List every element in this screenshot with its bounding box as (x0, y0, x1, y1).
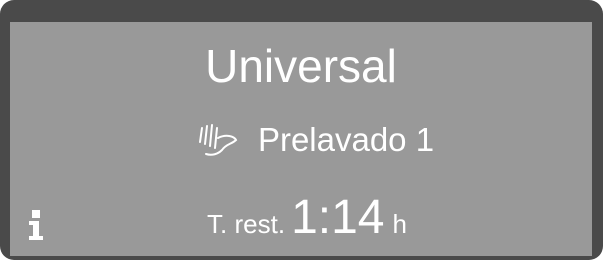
phase-label: Prelavado 1 (257, 121, 435, 158)
lcd-screen: Universal Prelavado 1 T. rest. 1:14 h (10, 22, 592, 256)
remaining-time-value: 1:14 (291, 191, 385, 244)
remaining-time: T. rest. 1:14 h (16, 190, 598, 250)
display-frame: Universal Prelavado 1 T. rest. 1:14 h (0, 0, 603, 260)
prewash-icon (196, 120, 240, 160)
remaining-time-unit: h (392, 209, 407, 239)
program-name: Universal (205, 40, 397, 92)
remaining-time-prefix: T. rest. (207, 209, 286, 239)
phase-row: Prelavado 1 (24, 114, 603, 166)
info-icon[interactable] (28, 210, 44, 240)
